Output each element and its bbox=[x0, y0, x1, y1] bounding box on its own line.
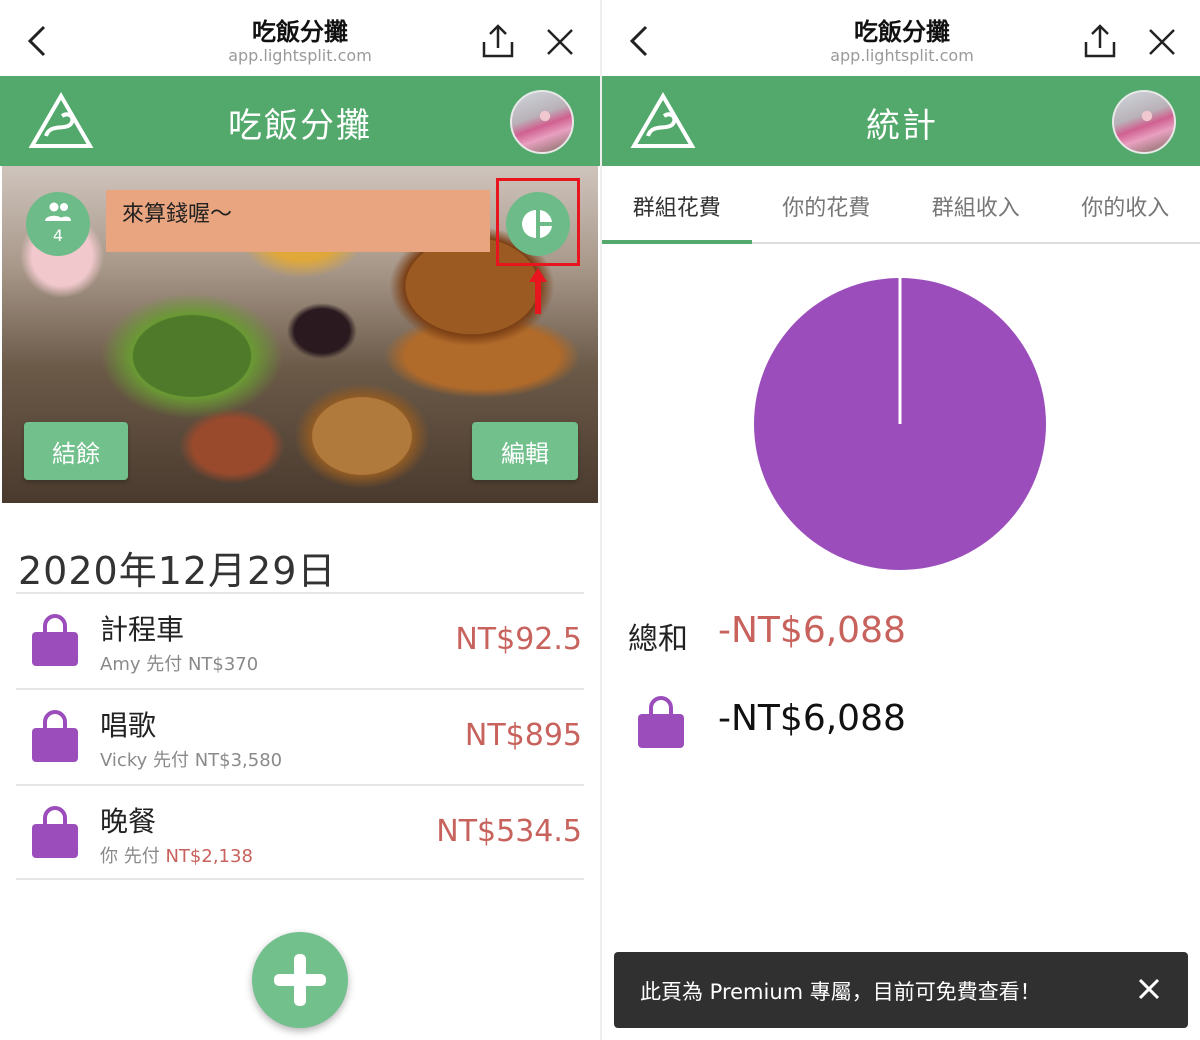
expense-payer: 你 先付 NT$2,138 bbox=[100, 842, 253, 868]
expense-amount: NT$92.5 bbox=[455, 622, 582, 657]
pie-chart-icon bbox=[522, 210, 552, 238]
shopping-bag-icon bbox=[32, 614, 78, 666]
toast-close-button[interactable] bbox=[1136, 976, 1162, 1002]
date-heading: 2020年12月29日 bbox=[18, 549, 337, 593]
app-header: 吃飯分攤 bbox=[0, 76, 600, 166]
browser-bar: 吃飯分攤 app.lightsplit.com bbox=[602, 0, 1200, 76]
plus-icon bbox=[274, 954, 326, 1006]
members-button[interactable]: 4 bbox=[26, 192, 90, 256]
avatar[interactable] bbox=[510, 90, 574, 154]
total-label: 總和 bbox=[628, 622, 688, 657]
tab-your-spending[interactable]: 你的花費 bbox=[752, 166, 902, 242]
share-icon bbox=[482, 24, 514, 58]
add-expense-button[interactable] bbox=[252, 932, 348, 1028]
group-screen: 吃飯分攤 app.lightsplit.com 吃飯分攤 4 來算錢喔～ 結餘 … bbox=[0, 0, 600, 1040]
people-icon bbox=[45, 202, 71, 221]
close-button[interactable] bbox=[542, 24, 582, 60]
shopping-bag-icon bbox=[32, 710, 78, 762]
close-button[interactable] bbox=[1144, 24, 1184, 60]
app-header: 統計 bbox=[602, 76, 1200, 166]
pie-chart bbox=[752, 276, 1048, 572]
expense-title: 晚餐 bbox=[100, 805, 157, 838]
share-button[interactable] bbox=[1080, 22, 1120, 62]
expense-payer: Vicky 先付 NT$3,580 bbox=[100, 750, 283, 771]
tab-your-income[interactable]: 你的收入 bbox=[1051, 166, 1200, 242]
statistics-button[interactable] bbox=[506, 192, 570, 256]
tab-group-spending[interactable]: 群組花費 bbox=[602, 166, 752, 244]
edit-button[interactable]: 編輯 bbox=[472, 422, 578, 480]
shopping-bag-icon bbox=[32, 806, 78, 858]
payer-amount: NT$2,138 bbox=[165, 846, 253, 867]
close-icon bbox=[1138, 978, 1160, 1000]
close-icon bbox=[1149, 29, 1175, 55]
statistics-screen: 吃飯分攤 app.lightsplit.com 統計 群組花費 你的花費 群組收… bbox=[600, 0, 1200, 1040]
expense-payer: Amy 先付 NT$370 bbox=[100, 654, 259, 675]
shopping-bag-icon bbox=[638, 696, 684, 748]
toast-message: 此頁為 Premium 專屬，目前可免費查看！ bbox=[640, 980, 1041, 1004]
category-total: -NT$6,088 bbox=[718, 698, 906, 739]
total-value: -NT$6,088 bbox=[718, 610, 906, 651]
tab-group-income[interactable]: 群組收入 bbox=[901, 166, 1051, 242]
expense-item[interactable]: 唱歌 Vicky 先付 NT$3,580 NT$895 bbox=[16, 688, 584, 784]
browser-bar: 吃飯分攤 app.lightsplit.com bbox=[0, 0, 600, 76]
expense-amount: NT$534.5 bbox=[436, 814, 582, 849]
close-icon bbox=[547, 29, 573, 55]
group-note[interactable]: 來算錢喔～ bbox=[106, 190, 490, 252]
share-button[interactable] bbox=[478, 22, 518, 62]
expense-amount: NT$895 bbox=[464, 718, 582, 753]
avatar[interactable] bbox=[1112, 90, 1176, 154]
cover-photo: 4 來算錢喔～ 結餘 編輯 bbox=[2, 166, 598, 503]
expense-title: 唱歌 bbox=[100, 709, 157, 742]
expense-item[interactable]: 晚餐 你 先付 NT$2,138 NT$534.5 bbox=[16, 784, 584, 880]
payer-text: 你 先付 bbox=[100, 846, 166, 867]
premium-toast: 此頁為 Premium 專屬，目前可免費查看！ bbox=[614, 952, 1188, 1028]
settle-button[interactable]: 結餘 bbox=[24, 422, 128, 480]
expense-title: 計程車 bbox=[100, 613, 185, 646]
page-title: 統計 bbox=[866, 106, 938, 146]
member-count: 4 bbox=[52, 226, 64, 245]
expense-item[interactable]: 計程車 Amy 先付 NT$370 NT$92.5 bbox=[16, 592, 584, 688]
share-icon bbox=[1084, 24, 1116, 58]
statistics-tabs: 群組花費 你的花費 群組收入 你的收入 bbox=[602, 166, 1200, 244]
pie-chart-svg bbox=[754, 278, 1046, 570]
expense-list: 計程車 Amy 先付 NT$370 NT$92.5 唱歌 Vicky 先付 NT… bbox=[16, 592, 584, 880]
